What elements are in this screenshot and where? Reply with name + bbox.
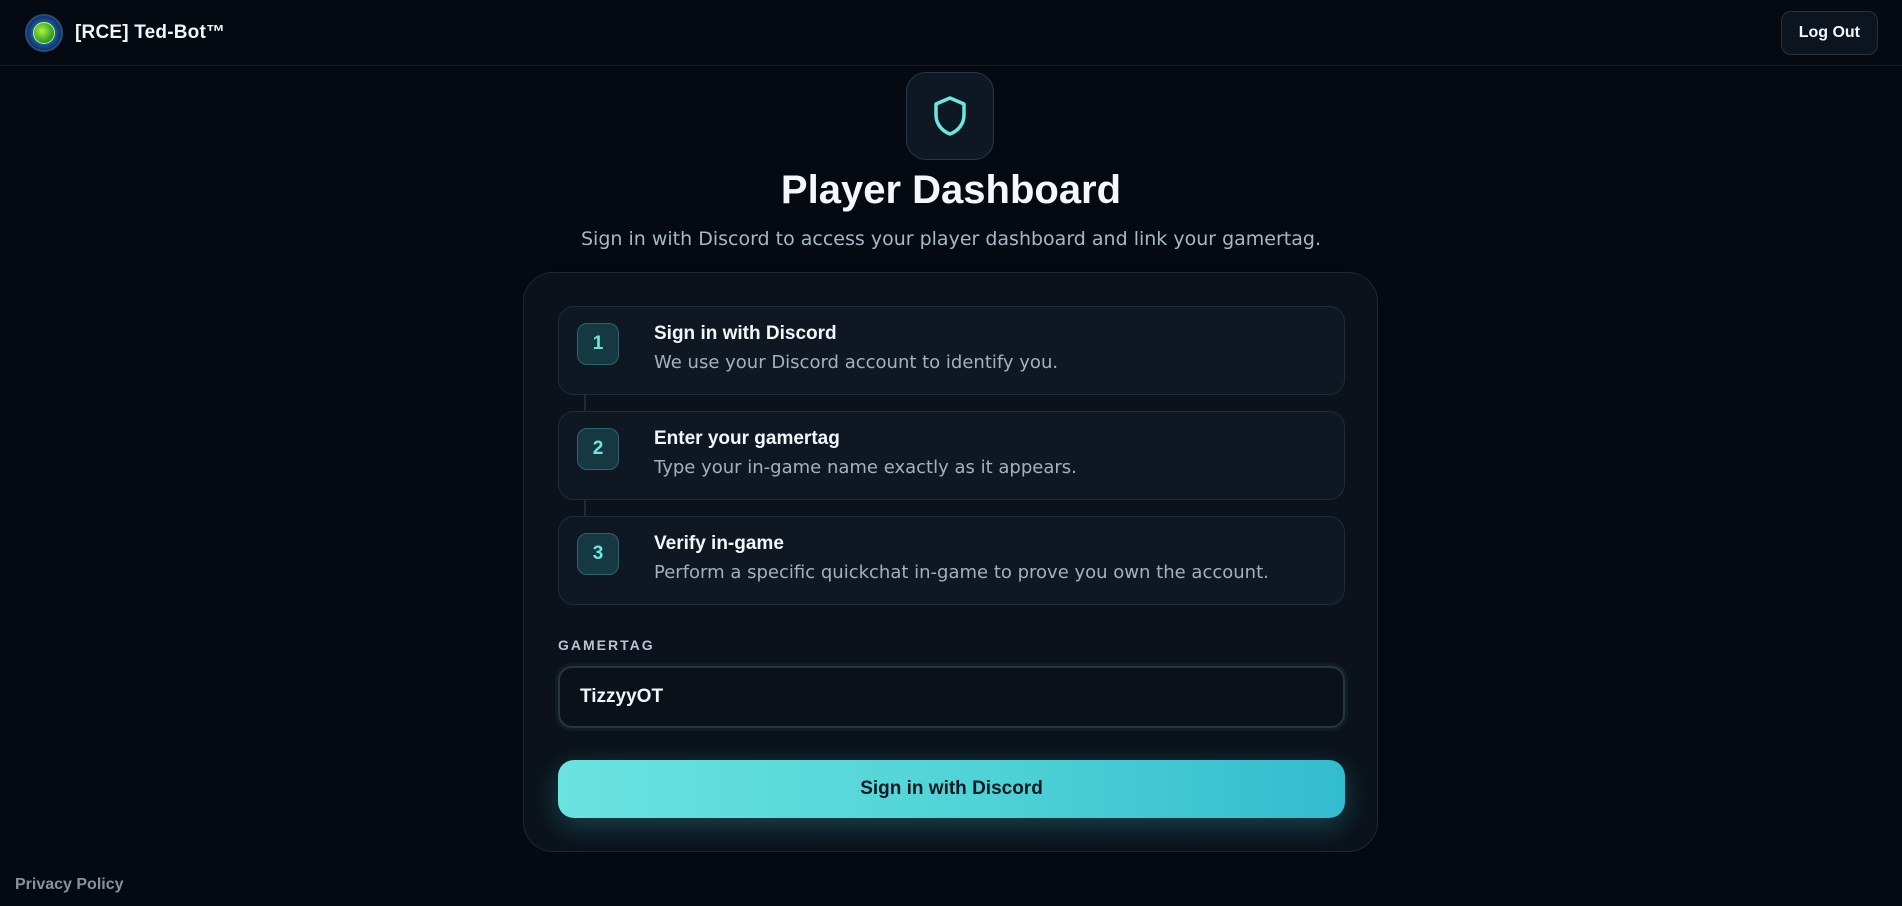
step-item: 3 Verify in-game Perform a specific quic… bbox=[558, 516, 1345, 605]
privacy-policy-link[interactable]: Privacy Policy bbox=[15, 876, 124, 894]
gamertag-input[interactable] bbox=[558, 666, 1345, 728]
page: [RCE] Ted-Bot™ Log Out Player Dashboard … bbox=[0, 0, 1902, 906]
step-number: 2 bbox=[577, 428, 619, 470]
top-header: [RCE] Ted-Bot™ Log Out bbox=[0, 0, 1902, 66]
step-title: Enter your gamertag bbox=[654, 428, 840, 449]
page-title: Player Dashboard bbox=[780, 168, 1122, 212]
gamertag-label: GAMERTAG bbox=[558, 637, 655, 653]
page-subtitle: Sign in with Discord to access your play… bbox=[581, 228, 1321, 250]
bot-logo-icon bbox=[25, 13, 63, 52]
step-description: Type your in-game name exactly as it app… bbox=[654, 457, 1077, 478]
step-title: Verify in-game bbox=[654, 533, 784, 554]
brand[interactable]: [RCE] Ted-Bot™ bbox=[25, 13, 226, 52]
brand-name: [RCE] Ted-Bot™ bbox=[75, 21, 226, 43]
shield-icon bbox=[906, 72, 994, 160]
step-number: 1 bbox=[577, 323, 619, 365]
signin-card: 1 Sign in with Discord We use your Disco… bbox=[523, 272, 1378, 852]
step-title: Sign in with Discord bbox=[654, 323, 837, 344]
signin-discord-button[interactable]: Sign in with Discord bbox=[558, 760, 1345, 818]
step-description: Perform a specific quickchat in-game to … bbox=[654, 562, 1269, 583]
logout-button[interactable]: Log Out bbox=[1780, 10, 1878, 55]
step-number: 3 bbox=[577, 533, 619, 575]
step-description: We use your Discord account to identify … bbox=[654, 352, 1059, 373]
step-item: 1 Sign in with Discord We use your Disco… bbox=[558, 306, 1345, 395]
step-item: 2 Enter your gamertag Type your in-game … bbox=[558, 411, 1345, 500]
